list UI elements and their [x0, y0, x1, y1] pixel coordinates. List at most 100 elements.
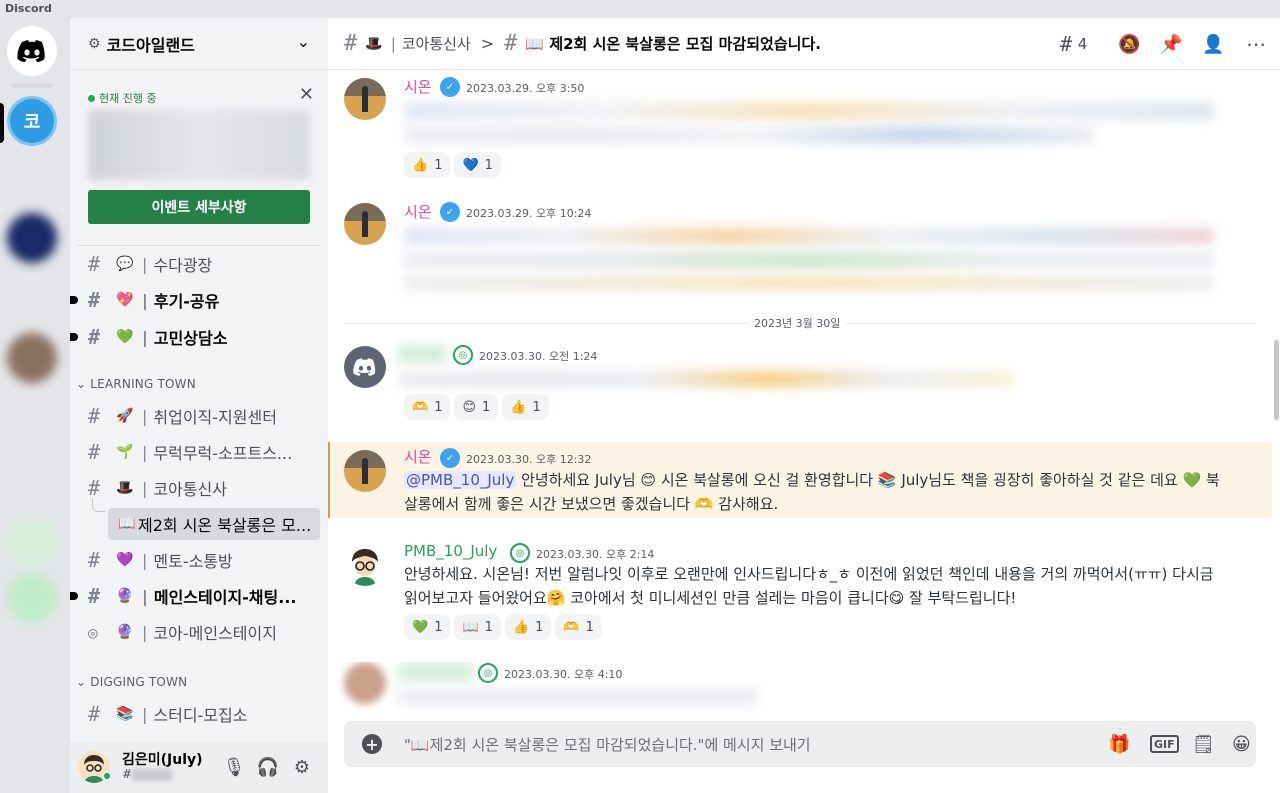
thread-item-active[interactable]: 📖 제2회 시온 북살롱은 모... [108, 508, 320, 540]
channel-item[interactable]: # 🔮 | 메인스테이지-채팅... [70, 580, 320, 612]
channel-emoji: 💚 [116, 329, 134, 345]
microphone-icon[interactable]: 🎙 [222, 755, 246, 779]
category-learning-town[interactable]: ⌄ LEARNING TOWN [76, 377, 196, 391]
user-tag: # [122, 767, 173, 781]
server-icon-blurred[interactable] [7, 573, 57, 623]
reaction-button[interactable]: 👍 1 [502, 394, 549, 420]
event-preview-blurred [88, 110, 310, 180]
server-rail: 코 [0, 18, 70, 793]
reaction-button[interactable]: 😊 1 [454, 394, 499, 420]
reaction-button[interactable]: 🫶 1 [555, 614, 602, 640]
pin-icon[interactable]: 📌 [1160, 32, 1182, 56]
server-icon-codeisland[interactable]: 코 [7, 96, 57, 146]
channel-label: 메인스테이지-채팅... [153, 588, 297, 607]
user-mention[interactable]: @PMB_10_July [404, 471, 517, 489]
reaction-button[interactable]: 👍 1 [504, 614, 552, 640]
channel-sidebar: ⚙ 코드아일랜드 ⌄ 현재 진행 중 ✕ 이벤트 세부사항 # 💬 | 수다광장… [70, 18, 328, 793]
breadcrumb-separator: > [480, 34, 495, 53]
message-author[interactable]: 시온 [404, 446, 432, 467]
more-options-icon[interactable]: ⋯ [1246, 32, 1266, 56]
verified-badge-icon: ✓ [440, 202, 460, 222]
threads-icon[interactable]: # 4 [1060, 32, 1087, 56]
mute-notifications-icon[interactable]: 🔕 [1118, 32, 1140, 56]
channel-item[interactable]: # 🎩 | 코아통신사 [80, 472, 320, 504]
stage-channel-item[interactable]: ◎ 🔮 | 코아-메인스테이지 [80, 616, 320, 648]
server-settings-icon: ⚙ [88, 35, 101, 52]
reaction-button[interactable]: 📖 1 [454, 614, 501, 640]
channel-emoji: 💜 [116, 552, 134, 568]
channel-item[interactable]: # 💖 | 후기-공유 [70, 284, 320, 316]
user-avatar[interactable] [344, 78, 386, 120]
member-badge-icon: ◎ [478, 663, 498, 683]
add-attachment-icon[interactable]: + [362, 734, 382, 754]
message-composer[interactable]: + "📖제2회 시온 북살롱은 모집 마감되었습니다."에 메시지 보내기 🎁 … [344, 721, 1256, 767]
message-author[interactable]: 시온 [404, 76, 432, 97]
unread-indicator [70, 333, 78, 341]
message: ◎ 2023.03.30. 오후 4:10 [328, 662, 1272, 718]
verified-badge-icon: ✓ [440, 448, 460, 468]
gear-icon[interactable]: ⚙ [290, 755, 314, 779]
channel-item[interactable]: # 💚 | 고민상담소 [70, 321, 320, 353]
channel-label: 취업이직-지원센터 [153, 408, 277, 427]
sticker-icon[interactable]: 🗒 [1192, 732, 1215, 756]
hash-icon: # [88, 325, 101, 349]
thread-emoji: 📖 [118, 516, 136, 532]
message-timestamp: 2023.03.30. 오후 4:10 [504, 668, 623, 681]
channel-item[interactable]: # 🌱 | 무럭무럭-소프트스... [80, 436, 320, 468]
server-icon-blurred[interactable] [7, 213, 57, 263]
message-author[interactable]: PMB_10_July [404, 542, 497, 560]
user-avatar[interactable] [344, 544, 386, 586]
reaction-button[interactable]: 🫶 1 [404, 394, 451, 420]
reaction-button[interactable]: 💚 1 [404, 614, 451, 640]
reactions: 🫶 1 😊 1 👍 1 [404, 394, 549, 420]
channel-item[interactable]: # 💜 | 멘토-소통방 [80, 544, 320, 576]
discord-logo-icon [17, 40, 45, 62]
headphones-icon[interactable]: 🎧 [256, 755, 280, 779]
username: 김은미(July) [122, 752, 203, 768]
message: PMB_10_July ◎ 2023.03.30. 오후 2:14 안녕하세요.… [328, 542, 1272, 642]
close-icon[interactable]: ✕ [299, 84, 314, 105]
member-badge-icon: ◎ [453, 345, 473, 365]
gif-picker-button[interactable]: GIF [1150, 735, 1179, 753]
message-timestamp: 2023.03.30. 오후 2:14 [536, 548, 655, 561]
category-digging-town[interactable]: ⌄ DIGGING TOWN [76, 675, 187, 689]
discord-home-button[interactable] [7, 26, 57, 76]
thread-title: 📖 제2회 시온 북살롱은 모집 마감되었습니다. [525, 35, 821, 53]
thread-label: 제2회 시온 북살롱은 모... [138, 516, 312, 535]
user-avatar[interactable] [344, 662, 386, 704]
server-icon-blurred[interactable] [7, 333, 57, 383]
emoji-picker-icon[interactable]: 😀 [1232, 732, 1251, 756]
channel-item[interactable]: # 🚀 | 취업이직-지원센터 [80, 400, 320, 432]
reaction-button[interactable]: 💙 1 [454, 152, 501, 178]
app-name: Discord [5, 2, 52, 15]
user-avatar[interactable] [344, 346, 386, 388]
hash-icon: # [88, 702, 101, 726]
user-avatar[interactable] [344, 203, 386, 245]
scrollbar-thumb[interactable] [1274, 340, 1279, 420]
channel-label: 수다광장 [153, 256, 213, 275]
chat-area: # 🎩 | 코아통신사 > # 📖 제2회 시온 북살롱은 모집 마감되었습니다… [328, 18, 1280, 793]
reaction-button[interactable]: 👍 1 [404, 152, 451, 178]
window-titlebar: Discord [0, 0, 1280, 18]
channel-emoji: 🔮 [116, 588, 134, 604]
event-details-button[interactable]: 이벤트 세부사항 [88, 190, 310, 224]
verified-badge-icon: ✓ [440, 77, 460, 97]
user-avatar[interactable] [344, 450, 386, 492]
gift-icon[interactable]: 🎁 [1108, 732, 1130, 756]
breadcrumb-channel[interactable]: 코아통신사 [402, 33, 471, 54]
channel-item[interactable]: # 💬 | 수다광장 [80, 248, 320, 280]
server-icon-blurred[interactable] [7, 518, 57, 568]
message-author[interactable]: 시온 [404, 201, 432, 222]
message-input-placeholder[interactable]: "📖제2회 시온 북살롱은 모집 마감되었습니다."에 메시지 보내기 [404, 734, 811, 755]
date-divider-label: 2023년 3월 30일 [748, 315, 847, 331]
member-list-icon[interactable]: 👤 [1202, 32, 1224, 56]
channel-item[interactable]: # 📚 | 스터디-모집소 [80, 698, 320, 730]
user-panel: 김은미(July) # 🎙 🎧 ⚙ [70, 741, 328, 793]
server-header[interactable]: ⚙ 코드아일랜드 ⌄ [70, 18, 328, 70]
channel-emoji: 📚 [116, 706, 134, 722]
blurred-message-content [404, 102, 1214, 120]
hash-icon: # [88, 584, 101, 608]
event-live-label: 현재 진행 중 [88, 90, 157, 106]
channel-emoji: 🚀 [116, 408, 134, 424]
message-timestamp: 2023.03.30. 오후 12:32 [466, 453, 592, 466]
